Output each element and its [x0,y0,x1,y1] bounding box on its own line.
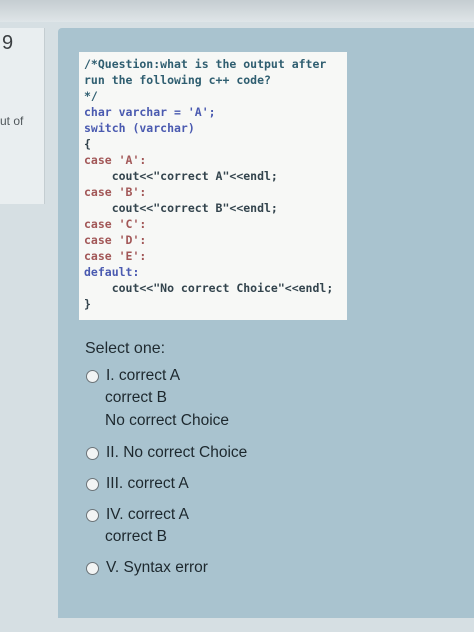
code-line: cout<<"correct A"<<endl; [84,169,278,183]
code-line: switch (varchar) [84,121,195,135]
code-line: case 'A': [84,153,147,167]
code-line: */ [84,89,98,103]
code-line: } [84,297,91,311]
option-4-label-line-2: correct B [105,528,168,545]
browser-top-strip [0,0,474,22]
option-3-label[interactable]: III. correct A [106,475,189,493]
question-number: 9 [2,32,14,54]
code-line: /*Question:what is the output after [84,57,327,71]
code-line: { [84,137,91,151]
option-4-radio[interactable] [86,509,99,522]
option-5-label[interactable]: V. Syntax error [106,559,208,577]
option-2-label[interactable]: II. No correct Choice [106,444,247,462]
marks-out-of-label: ut of [0,114,24,128]
code-line: run the following c++ code? [84,73,271,87]
code-line: case 'B': [84,185,147,199]
option-1-label-line-2: correct B [105,389,168,406]
option-1-label[interactable]: I. correct A [106,367,180,385]
option-1-radio[interactable] [86,370,99,383]
code-line: case 'C': [84,217,147,231]
code-line: case 'E': [84,249,147,263]
code-line: char varchar = 'A'; [84,105,216,119]
code-line: cout<<"correct B"<<endl; [84,201,278,215]
option-3-radio[interactable] [86,478,99,491]
select-one-label: Select one: [85,340,166,357]
option-1-label-line-3: No correct Choice [105,412,230,429]
option-4-label[interactable]: IV. correct A [106,506,189,524]
option-5-radio[interactable] [86,562,99,575]
option-2-radio[interactable] [86,447,99,460]
code-line: default: [84,265,140,279]
code-line: case 'D': [84,233,147,247]
code-line: cout<<"No correct Choice"<<endl; [84,281,334,295]
